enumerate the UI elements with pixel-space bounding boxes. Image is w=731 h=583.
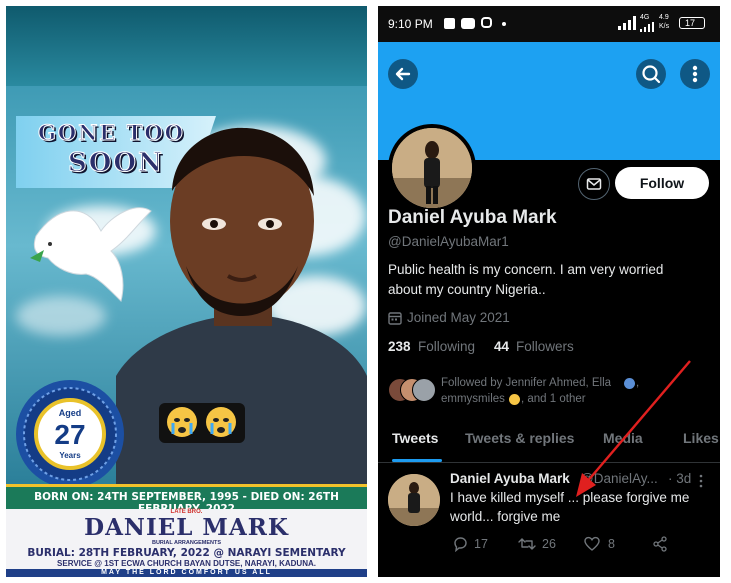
more-options-button[interactable] <box>680 59 710 89</box>
profile-handle: @DanielAyubaMar1 <box>388 234 509 249</box>
comfort-bar: MAY THE LORD COMFORT US ALL <box>6 569 367 577</box>
tab-tweets-replies[interactable]: Tweets & replies <box>465 430 574 446</box>
emoji-icon <box>509 394 520 405</box>
tweet-author[interactable]: Daniel Ayuba Mark <box>450 471 570 486</box>
annotation-arrow <box>576 360 691 497</box>
followed-by-line-2[interactable]: emmysmiles <box>441 393 505 405</box>
followers-label[interactable]: Followers <box>516 339 574 354</box>
signal-icon-2 <box>640 22 654 32</box>
crying-emoji-icon <box>206 407 236 437</box>
battery-level: 17 <box>685 18 696 28</box>
avatar <box>412 378 436 402</box>
notification-icon <box>444 18 455 29</box>
burial-details: BURIAL: 28TH FEBRUARY, 2022 @ NARAYI SEM… <box>27 547 346 559</box>
more-notifications-dot <box>502 22 506 26</box>
following-count[interactable]: 238 <box>388 339 411 354</box>
crying-emoji-overlay <box>159 403 245 443</box>
reply-count: 17 <box>474 537 488 551</box>
name-panel: LATE BRO. DANIEL MARK BURIAL ARRANGEMENT… <box>6 509 367 577</box>
youtube-icon <box>461 18 475 29</box>
followers-count[interactable]: 44 <box>494 339 509 354</box>
deceased-name: DANIEL MARK <box>84 514 289 541</box>
status-time: 9:10 PM <box>388 17 433 31</box>
profile-bio-line-1: Public health is my concern. I am very w… <box>388 262 664 277</box>
more-vertical-icon <box>692 65 698 83</box>
memorial-poster: GONE TOO SOON Aged 27 Years BORN ON: 24T… <box>6 6 367 577</box>
poster-top-band <box>6 6 367 86</box>
network-speed-unit: K/s <box>659 23 670 30</box>
years-label: Years <box>59 451 81 460</box>
dates-bar: BORN ON: 24TH SEPTEMBER, 1995 - DIED ON:… <box>6 484 367 515</box>
profile-avatar[interactable] <box>388 124 476 212</box>
battery-icon: 17 <box>679 17 705 29</box>
tab-tweets[interactable]: Tweets <box>392 430 438 446</box>
retweet-count: 26 <box>542 537 556 551</box>
comfort-message: MAY THE LORD COMFORT US ALL <box>101 569 272 576</box>
status-bar: 9:10 PM 4G 4.9 K/s 17 <box>378 6 720 42</box>
profile-display-name: Daniel Ayuba Mark <box>388 207 557 228</box>
following-label[interactable]: Following <box>418 339 475 354</box>
crying-emoji-icon <box>167 407 197 437</box>
instagram-icon <box>481 17 492 28</box>
back-button[interactable] <box>388 59 418 89</box>
network-type: 4G <box>640 14 650 21</box>
follow-button[interactable]: Follow <box>615 167 709 199</box>
heart-icon[interactable] <box>584 536 600 552</box>
search-icon <box>642 65 661 84</box>
profile-bio-line-2: about my country Nigeria.. <box>388 282 546 297</box>
back-arrow-icon <box>395 67 411 81</box>
signal-icon <box>618 16 636 30</box>
age-value: 27 <box>54 419 85 450</box>
retweet-icon[interactable] <box>518 536 536 552</box>
like-count: 8 <box>608 537 615 551</box>
age-rosette: Aged 27 Years <box>16 380 124 488</box>
aged-label: Aged <box>59 408 82 418</box>
reply-icon[interactable] <box>452 536 468 552</box>
followed-by-avatars <box>388 378 440 402</box>
mail-icon <box>586 178 602 190</box>
tweet-avatar[interactable] <box>388 474 440 526</box>
calendar-icon <box>388 312 402 325</box>
network-speed: 4.9 <box>659 14 669 21</box>
burial-arrangements-label: BURIAL ARRANGEMENTS <box>151 540 222 546</box>
share-icon[interactable] <box>652 536 668 552</box>
joined-date: Joined May 2021 <box>407 310 510 325</box>
service-details: SERVICE @ 1ST ECWA CHURCH BAYAN DUTSE, N… <box>57 559 316 568</box>
message-button[interactable] <box>578 168 610 200</box>
tweet-text-line-2: world... forgive me <box>450 509 561 524</box>
search-button[interactable] <box>636 59 666 89</box>
